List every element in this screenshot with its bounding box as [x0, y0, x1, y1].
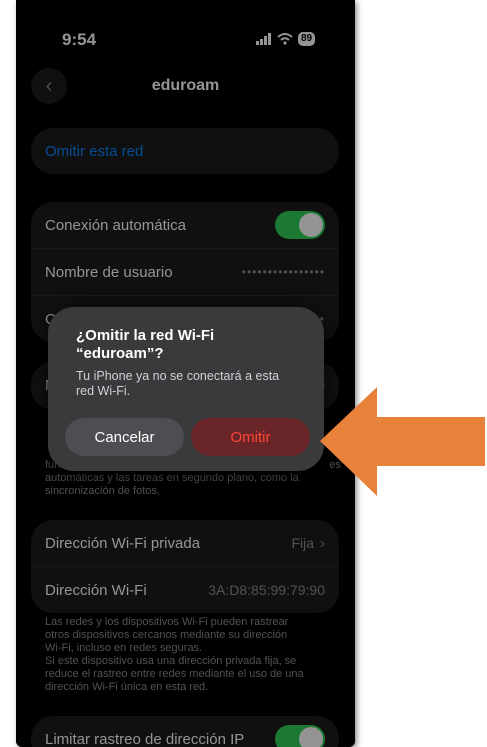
cancel-button[interactable]: Cancelar — [65, 418, 184, 456]
alert-message: Tu iPhone ya no se conectará a esta red … — [76, 369, 306, 399]
alert-message-line: red Wi-Fi. — [76, 384, 131, 398]
phone-screen: 9:54 89 ‹ eduroam Omitir esta red Conexi… — [16, 0, 355, 747]
alert-message-line: Tu iPhone ya no se conectará a esta — [76, 369, 280, 383]
alert-title-line: “eduroam”? — [76, 345, 164, 362]
alert-title-line: ¿Omitir la red Wi-Fi — [76, 327, 215, 344]
confirm-forget-button[interactable]: Omitir — [191, 418, 310, 456]
alert-title: ¿Omitir la red Wi-Fi “eduroam”? — [76, 327, 306, 363]
annotation-arrow-icon — [320, 387, 485, 496]
forget-network-alert: ¿Omitir la red Wi-Fi “eduroam”? Tu iPhon… — [48, 307, 324, 471]
